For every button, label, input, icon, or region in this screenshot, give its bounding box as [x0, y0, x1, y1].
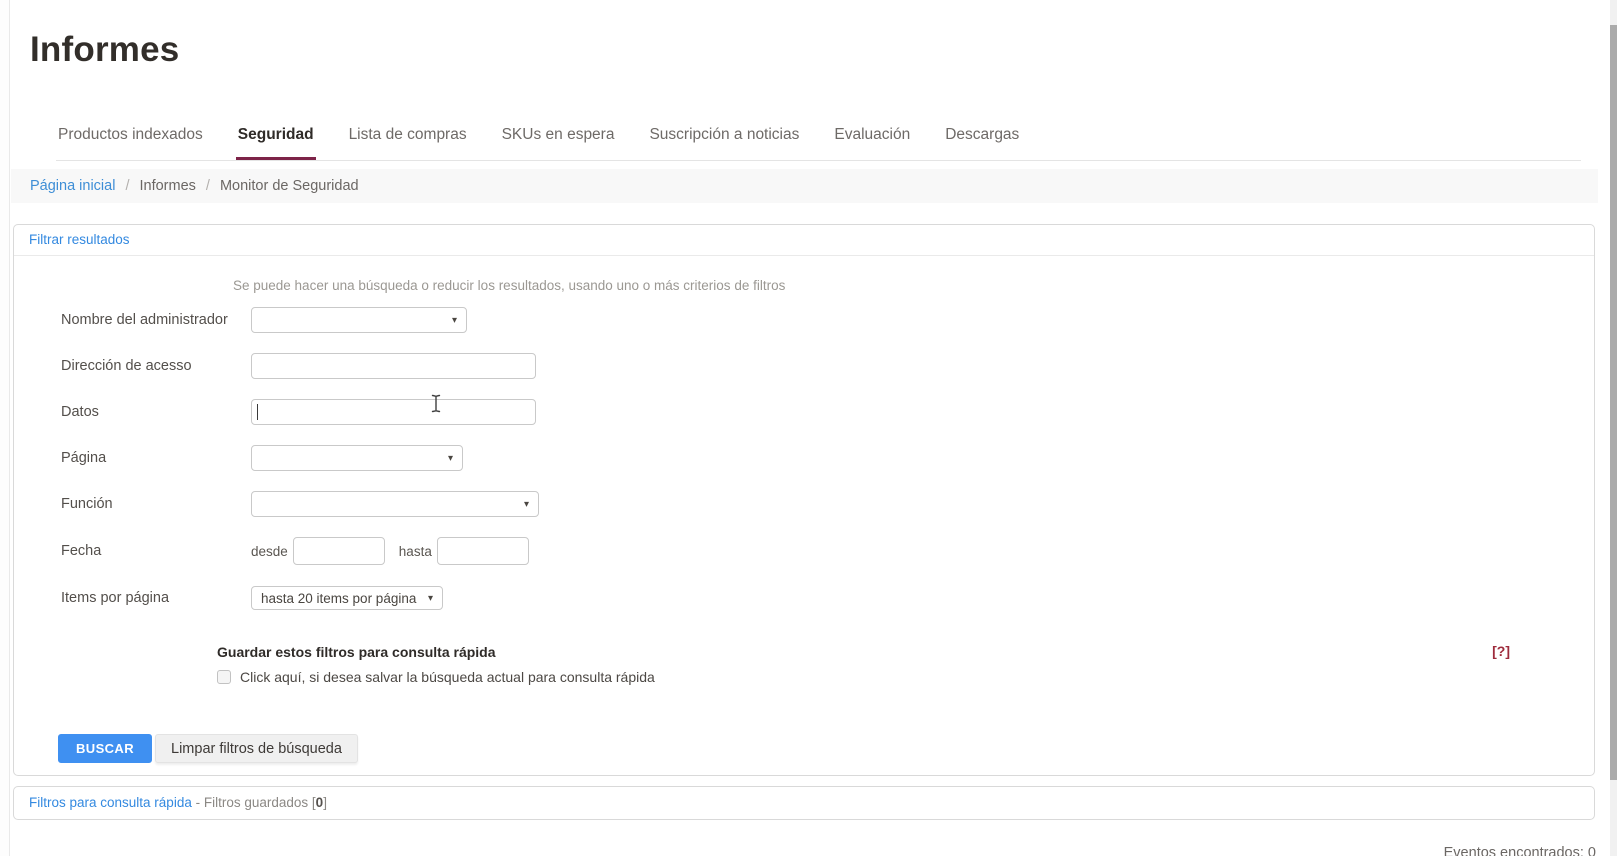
- save-filters-checkbox-row: Click aquí, si desea salvar la búsqueda …: [217, 669, 1594, 685]
- tab-suscripcion-a-noticias[interactable]: Suscripción a noticias: [647, 120, 801, 160]
- save-filters-section: Guardar estos filtros para consulta rápi…: [217, 644, 1510, 660]
- save-filters-checkbox-label[interactable]: Click aquí, si desea salvar la búsqueda …: [240, 669, 655, 685]
- page-container: Informes Productos indexados Seguridad L…: [11, 0, 1598, 820]
- filter-panel-toggle-link[interactable]: Filtrar resultados: [29, 232, 130, 247]
- date-to-input[interactable]: [437, 537, 529, 565]
- tab-descargas[interactable]: Descargas: [943, 120, 1021, 160]
- form-row-admin-name: Nombre del administrador ▾: [61, 307, 1594, 333]
- filter-form: Nombre del administrador ▾ Dirección de …: [14, 307, 1594, 611]
- data-input[interactable]: [251, 399, 536, 425]
- form-row-items-per-page: Items por página hasta 20 items por pági…: [61, 585, 1594, 611]
- saved-filters-panel: Filtros para consulta rápida - Filtros g…: [13, 786, 1595, 820]
- items-per-page-label: Items por página: [61, 590, 251, 606]
- tab-seguridad[interactable]: Seguridad: [236, 120, 316, 160]
- admin-name-select[interactable]: ▾: [251, 307, 467, 333]
- events-found-status: Eventos encontrados: 0: [1444, 845, 1596, 856]
- filter-panel-header: Filtrar resultados: [14, 225, 1594, 256]
- chevron-down-icon: ▾: [452, 315, 457, 326]
- filter-hint: Se puede hacer una búsqueda o reducir lo…: [233, 278, 1594, 293]
- items-per-page-select[interactable]: hasta 20 items por página ▾: [251, 586, 443, 610]
- left-rail: [0, 0, 10, 856]
- filter-panel: Filtrar resultados Se puede hacer una bú…: [13, 224, 1595, 776]
- help-badge[interactable]: [?]: [1492, 643, 1510, 659]
- tab-productos-indexados[interactable]: Productos indexados: [56, 120, 205, 160]
- breadcrumb-item-monitor-seguridad: Monitor de Seguridad: [220, 178, 359, 194]
- save-filters-checkbox[interactable]: [217, 670, 231, 684]
- clear-filters-button[interactable]: Limpar filtros de búsqueda: [155, 734, 358, 763]
- filter-panel-body: Se puede hacer una búsqueda o reducir lo…: [14, 256, 1594, 775]
- text-caret: [257, 404, 258, 420]
- buscar-button[interactable]: BUSCAR: [58, 734, 152, 763]
- function-select[interactable]: ▾: [251, 491, 539, 517]
- saved-filters-text-end: ]: [323, 795, 327, 810]
- access-address-input[interactable]: [251, 353, 536, 379]
- chevron-down-icon: ▾: [524, 499, 529, 510]
- admin-name-label: Nombre del administrador: [61, 312, 251, 328]
- access-address-label: Dirección de acesso: [61, 358, 251, 374]
- save-filters-heading: Guardar estos filtros para consulta rápi…: [217, 644, 496, 660]
- form-row-date: Fecha desde hasta: [61, 537, 1594, 565]
- page-select[interactable]: ▾: [251, 445, 463, 471]
- page-label: Página: [61, 450, 251, 466]
- tab-bar: Productos indexados Seguridad Lista de c…: [56, 120, 1581, 161]
- scrollbar[interactable]: [1610, 0, 1617, 856]
- date-label: Fecha: [61, 543, 251, 559]
- breadcrumb: Página inicial / Informes / Monitor de S…: [11, 169, 1598, 203]
- chevron-down-icon: ▾: [428, 593, 433, 604]
- function-label: Función: [61, 496, 251, 512]
- date-to-label: hasta: [399, 544, 432, 559]
- data-label: Datos: [61, 404, 251, 420]
- ibeam-cursor: [430, 394, 442, 413]
- form-row-page: Página ▾: [61, 445, 1594, 471]
- chevron-down-icon: ▾: [448, 453, 453, 464]
- filter-buttons-row: BUSCAR Limpar filtros de búsqueda: [58, 734, 1594, 763]
- items-per-page-select-value: hasta 20 items por página: [261, 591, 416, 606]
- breadcrumb-link-home[interactable]: Página inicial: [30, 178, 115, 194]
- breadcrumb-separator: /: [125, 178, 129, 194]
- form-row-function: Función ▾: [61, 491, 1594, 517]
- breadcrumb-separator: /: [206, 178, 210, 194]
- form-row-access-address: Dirección de acesso: [61, 353, 1594, 379]
- saved-filters-text: - Filtros guardados [: [196, 795, 316, 810]
- tab-evaluacion[interactable]: Evaluación: [832, 120, 912, 160]
- scrollbar-thumb[interactable]: [1610, 25, 1617, 780]
- date-from-label: desde: [251, 544, 288, 559]
- breadcrumb-item-informes: Informes: [139, 178, 195, 194]
- tab-lista-de-compras[interactable]: Lista de compras: [347, 120, 469, 160]
- page-title: Informes: [30, 30, 1598, 70]
- date-from-input[interactable]: [293, 537, 385, 565]
- tab-skus-en-espera[interactable]: SKUs en espera: [500, 120, 617, 160]
- form-row-data: Datos: [61, 399, 1594, 425]
- saved-filters-link[interactable]: Filtros para consulta rápida: [29, 795, 192, 810]
